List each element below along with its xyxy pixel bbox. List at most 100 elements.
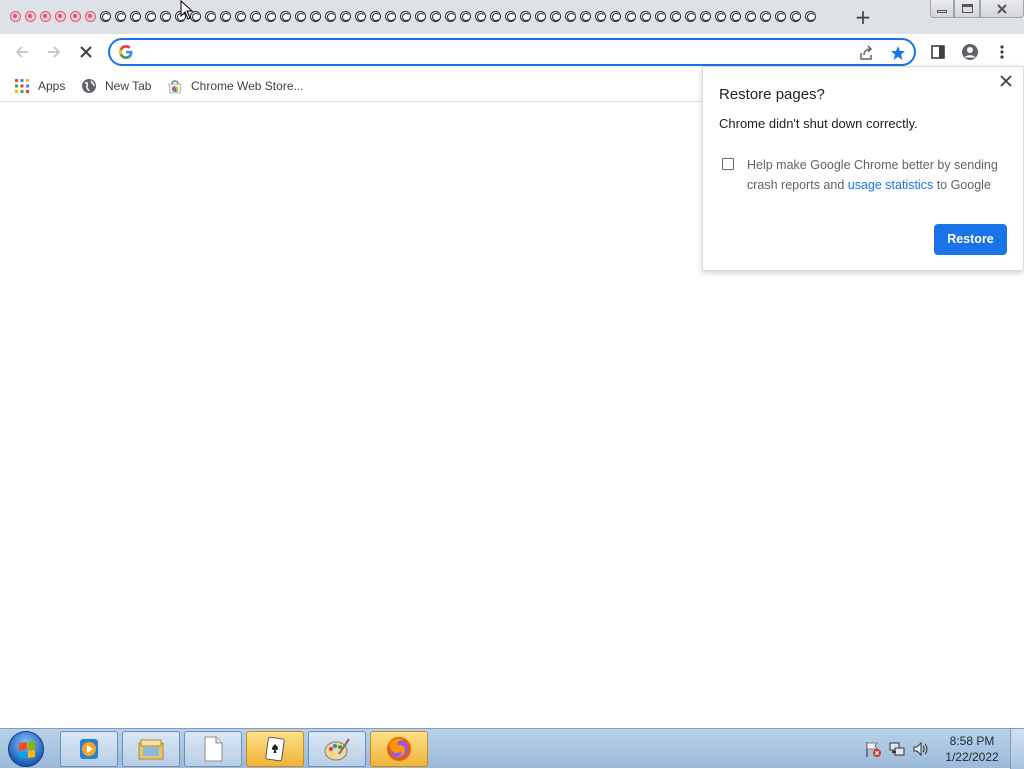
tab-loading[interactable] [608,8,623,26]
share-icon [860,45,873,60]
taskbar-firefox[interactable] [370,731,428,767]
tab-loading[interactable] [353,8,368,26]
volume-icon[interactable] [912,740,930,758]
tab-loading[interactable] [113,8,128,26]
tab-loading[interactable] [143,8,158,26]
tab-loading[interactable] [473,8,488,26]
tab-loading[interactable] [458,8,473,26]
tab-loading[interactable] [203,8,218,26]
show-desktop-button[interactable] [1010,729,1024,769]
tab-loading[interactable] [563,8,578,26]
tab-loading[interactable] [383,8,398,26]
tab-loading[interactable] [338,8,353,26]
tab-loading[interactable] [638,8,653,26]
tab-loading[interactable] [443,8,458,26]
tab-loading[interactable] [758,8,773,26]
tab-loading[interactable] [713,8,728,26]
bookmark-chrome-web-store[interactable]: Chrome Web Store... [167,76,304,96]
loading-spinner-icon [730,11,741,22]
firefox-icon [387,737,411,761]
profile-button[interactable] [958,40,982,64]
tab-loading[interactable] [323,8,338,26]
new-tab-button[interactable]: + [852,6,874,28]
tab-loading[interactable] [233,8,248,26]
tab-loading[interactable] [728,8,743,26]
tab-loading[interactable] [773,8,788,26]
stop-button[interactable] [72,38,100,66]
mouse-cursor-icon [180,0,194,20]
tab-loading[interactable] [218,8,233,26]
tab-loading[interactable] [623,8,638,26]
action-center-flag-icon[interactable] [864,740,882,758]
loading-spinner-icon [595,11,606,22]
crash-reports-checkbox[interactable] [722,158,734,170]
close-window-button[interactable] [980,0,1024,18]
tab-loading[interactable] [428,8,443,26]
address-input[interactable] [144,43,844,61]
tab-loading[interactable] [263,8,278,26]
start-button[interactable] [4,730,48,768]
loading-spinner-icon [160,11,171,22]
menu-button[interactable] [990,40,1014,64]
tab-loading[interactable] [683,8,698,26]
tab-loading[interactable] [743,8,758,26]
bookmark-new-tab[interactable]: New Tab [81,76,151,96]
maximize-button[interactable] [954,0,980,18]
loading-spinner-icon [685,11,696,22]
tab-loading[interactable] [248,8,263,26]
loading-spinner-icon [805,11,816,22]
side-panel-button[interactable] [926,40,950,64]
tab-loading[interactable] [128,8,143,26]
restore-button[interactable]: Restore [934,224,1007,255]
tab-crashed[interactable] [83,8,98,26]
taskbar-file-explorer[interactable] [122,731,180,767]
loading-spinner-icon [430,11,441,22]
tab-loading[interactable] [803,8,818,26]
globe-icon [81,78,97,94]
tab-crashed[interactable] [53,8,68,26]
taskbar-solitaire[interactable] [246,731,304,767]
loading-spinner-icon [580,11,591,22]
taskbar-paint[interactable] [308,731,366,767]
minimize-button[interactable] [930,0,954,18]
tab-loading[interactable] [548,8,563,26]
bookmark-star-button[interactable] [888,43,908,63]
tab-crashed[interactable] [23,8,38,26]
tab-loading[interactable] [368,8,383,26]
tab-loading[interactable] [278,8,293,26]
usage-statistics-link[interactable]: usage statistics [848,178,933,192]
tab-loading[interactable] [578,8,593,26]
tab-loading[interactable] [653,8,668,26]
tab-loading[interactable] [593,8,608,26]
forward-button[interactable] [40,38,68,66]
tab-loading[interactable] [488,8,503,26]
taskbar-clock[interactable]: 8:58 PM 1/22/2022 [942,733,1002,765]
tab-loading[interactable] [503,8,518,26]
tab-loading[interactable] [293,8,308,26]
tab-loading[interactable] [668,8,683,26]
tab-crashed[interactable] [38,8,53,26]
loading-spinner-icon [745,11,756,22]
tab-loading[interactable] [518,8,533,26]
google-icon [118,44,134,60]
tab-loading[interactable] [413,8,428,26]
network-icon[interactable] [888,740,906,758]
tab-loading[interactable] [308,8,323,26]
back-button[interactable] [8,38,36,66]
tabs-container [8,8,818,26]
tab-loading[interactable] [398,8,413,26]
tab-crashed[interactable] [8,8,23,26]
address-bar[interactable] [108,38,916,66]
tab-loading[interactable] [158,8,173,26]
bookmark-apps[interactable]: Apps [14,76,65,96]
share-button[interactable] [856,43,876,63]
taskbar-media-player[interactable] [60,731,118,767]
tab-loading[interactable] [788,8,803,26]
dialog-close-button[interactable] [997,73,1015,91]
tab-crashed[interactable] [68,8,83,26]
tab-loading[interactable] [698,8,713,26]
loading-spinner-icon [550,11,561,22]
tab-loading[interactable] [533,8,548,26]
taskbar-document[interactable] [184,731,242,767]
tab-loading[interactable] [98,8,113,26]
